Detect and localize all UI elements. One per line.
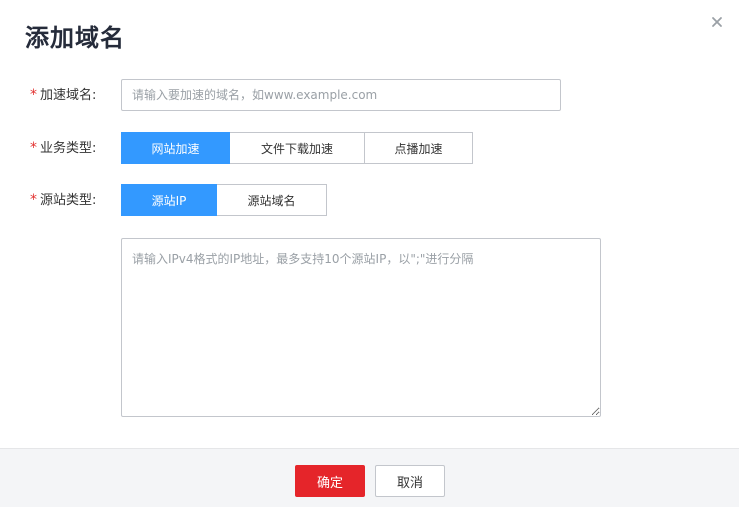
origin-ip-textarea[interactable] xyxy=(121,238,601,417)
required-mark: * xyxy=(30,87,37,103)
add-domain-dialog: 添加域名 *加速域名: *业务类型: 网站加速 文件下载加速 点播加速 *源站类… xyxy=(0,0,739,507)
close-icon[interactable] xyxy=(709,14,725,30)
business-type-option-download[interactable]: 文件下载加速 xyxy=(230,132,365,164)
confirm-button[interactable]: 确定 xyxy=(295,465,365,497)
dialog-title: 添加域名 xyxy=(25,24,125,52)
business-type-label-text: 业务类型: xyxy=(40,141,97,156)
business-type-option-website[interactable]: 网站加速 xyxy=(121,132,230,164)
domain-label: * 加速域名: xyxy=(30,86,96,105)
business-type-label: * 业务类型: xyxy=(30,139,96,158)
business-type-option-vod[interactable]: 点播加速 xyxy=(365,132,473,164)
cancel-button[interactable]: 取消 xyxy=(375,465,445,497)
origin-type-selector: 源站IP 源站域名 xyxy=(121,184,327,216)
domain-label-text: 加速域名: xyxy=(40,88,97,103)
origin-type-option-domain[interactable]: 源站域名 xyxy=(217,184,327,216)
required-mark: * xyxy=(30,192,37,208)
business-type-selector: 网站加速 文件下载加速 点播加速 xyxy=(121,132,473,164)
origin-type-label: * 源站类型: xyxy=(30,191,96,210)
origin-type-label-text: 源站类型: xyxy=(40,193,97,208)
dialog-footer: 确定 取消 xyxy=(0,448,739,507)
domain-input[interactable] xyxy=(121,79,561,111)
origin-type-option-ip[interactable]: 源站IP xyxy=(121,184,217,216)
required-mark: * xyxy=(30,140,37,156)
